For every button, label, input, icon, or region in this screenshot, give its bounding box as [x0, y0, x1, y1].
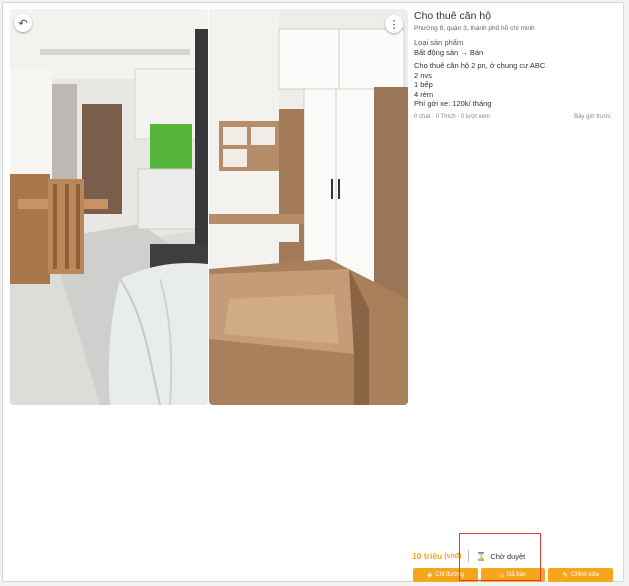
action-bar: ◈ Chỉ đường ⌂ Đã bán ✎ Chỉnh sửa: [413, 568, 613, 582]
directions-button[interactable]: ◈ Chỉ đường: [413, 568, 478, 582]
edit-icon: ✎: [562, 572, 569, 579]
mark-sold-button[interactable]: ⌂ Đã bán: [481, 568, 545, 582]
description-line: Phí gởi xe: 120k/ tháng: [414, 99, 492, 108]
status-label: Chờ duyệt: [490, 551, 526, 561]
edit-button[interactable]: ✎ Chỉnh sửa: [548, 568, 613, 582]
edit-label: Chỉnh sửa: [571, 572, 599, 578]
listing-address: Phường 8, quận 3, thành phố hồ chí minh: [414, 25, 535, 32]
description-line: 2 nvs: [414, 70, 432, 80]
listing-info: Cho thuê căn hộ Phường 8, quận 3, thành …: [414, 10, 611, 120]
apartment-bedroom-image: [209, 9, 408, 405]
direction-icon: ◈: [426, 572, 433, 579]
category-label: Loại sản phẩm: [414, 38, 464, 47]
price-status-row: 10 triệu (vnđ) ⌛ Chờ duyệt: [412, 549, 525, 563]
listing-title: Cho thuê căn hộ: [414, 10, 492, 22]
back-arrow-icon: ↶: [18, 17, 28, 30]
description-line: Cho thuê căn hộ 2 pn, ở chung cư ABC: [414, 61, 546, 70]
price-unit: (vnđ): [444, 552, 462, 560]
listing-stats-row: 0 chat · 0 Thích · 0 lượt xem Bây giờ tr…: [414, 114, 611, 120]
apartment-kitchen-image: [10, 9, 208, 405]
listing-photo-1[interactable]: ↶: [10, 9, 208, 405]
listing-detail-panel: ↶ ⋮ Cho thuê căn hộ Phường 8, quận 3, th…: [2, 2, 624, 582]
description-line: 1 bếp: [414, 80, 433, 89]
divider: [468, 550, 470, 562]
engagement-stats: 0 chat · 0 Thích · 0 lượt xem: [414, 113, 490, 120]
posted-time: Bây giờ trước: [574, 113, 611, 120]
hourglass-icon: ⌛: [476, 551, 487, 561]
status-badge: ⌛ Chờ duyệt: [476, 552, 525, 561]
category-value: Bất động sản → Bán: [414, 47, 484, 57]
listing-photo-2[interactable]: ⋮: [209, 9, 408, 405]
mark-sold-label: Đã bán: [506, 572, 527, 578]
more-options-button[interactable]: ⋮: [385, 15, 403, 33]
description-line: 4 rèm: [414, 89, 434, 99]
more-vertical-icon: ⋮: [388, 18, 400, 31]
back-button[interactable]: ↶: [14, 14, 32, 32]
directions-label: Chỉ đường: [435, 572, 465, 578]
tag-icon: ⌂: [499, 571, 504, 579]
price-value: 10 triệu: [412, 551, 443, 561]
